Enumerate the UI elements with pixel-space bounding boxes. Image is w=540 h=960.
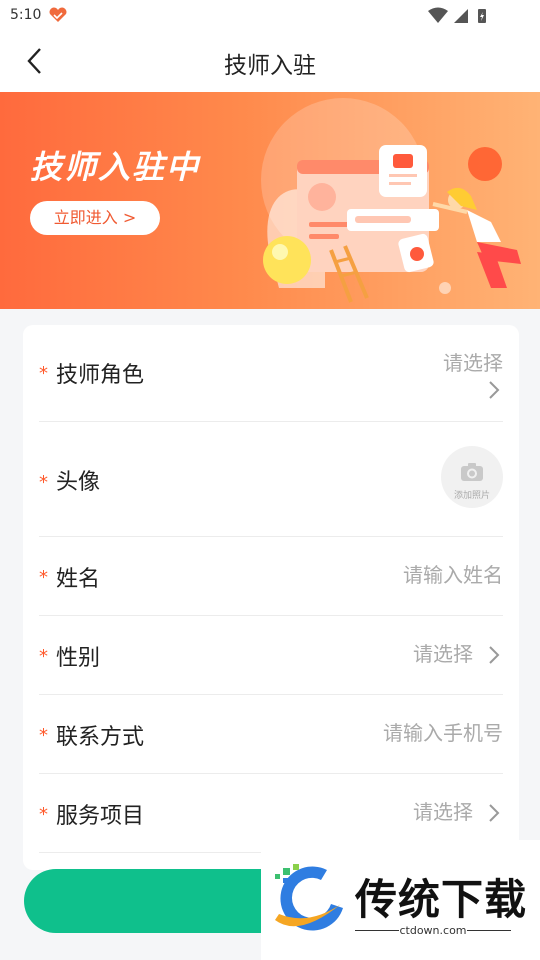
form-row-name: * 姓名 请输入姓名 <box>39 537 503 616</box>
camera-icon <box>461 463 483 481</box>
promo-banner[interactable]: 技师入驻中 立即进入 > <box>0 92 540 309</box>
service-items-label: 服务项目 <box>56 804 145 829</box>
wifi-icon <box>428 7 448 23</box>
enter-now-button[interactable]: 立即进入 > <box>30 201 160 235</box>
watermark-domain: ctdown.com <box>399 924 467 937</box>
watermark-logo-icon <box>275 864 343 931</box>
contact-label: 联系方式 <box>56 725 145 750</box>
required-mark: * <box>39 804 48 825</box>
phone-input[interactable]: 请输入手机号 <box>383 717 503 746</box>
chevron-right-icon <box>489 381 500 399</box>
gender-label: 性别 <box>56 646 101 671</box>
required-mark: * <box>39 472 48 493</box>
app-heart-icon <box>49 7 67 22</box>
status-time: 5:10 <box>10 7 42 23</box>
required-mark: * <box>39 725 48 746</box>
technician-role-label: 技师角色 <box>56 363 145 388</box>
form-row-technician-role[interactable]: * 技师角色 请选择 <box>39 325 503 422</box>
signal-icon <box>454 9 468 23</box>
form-row-gender[interactable]: * 性别 请选择 <box>39 616 503 695</box>
chevron-right-icon <box>489 804 500 822</box>
watermark-brand: 传统下载 <box>355 875 528 924</box>
watermark: 传统下载 ctdown.com <box>261 840 540 960</box>
required-mark: * <box>39 646 48 667</box>
form-row-avatar: * 头像 添加照片 <box>39 422 503 537</box>
status-icons <box>428 7 486 23</box>
technician-role-select[interactable]: 请选择 <box>443 347 503 376</box>
name-input[interactable]: 请输入姓名 <box>403 559 503 588</box>
name-label: 姓名 <box>56 567 101 592</box>
add-photo-button[interactable]: 添加照片 <box>441 446 503 508</box>
required-mark: * <box>39 567 48 588</box>
banner-title: 技师入驻中 <box>30 148 201 186</box>
registration-form: * 技师角色 请选择 * 头像 添加照片 * 姓名 请输入姓名 * 性别 请选择 <box>23 325 519 870</box>
required-mark: * <box>39 363 48 384</box>
add-photo-caption: 添加照片 <box>453 491 490 501</box>
avatar-label: 头像 <box>56 470 101 495</box>
page-title: 技师入驻 <box>224 53 316 79</box>
nav-bar: 技师入驻 <box>0 32 540 92</box>
gender-select[interactable]: 请选择 <box>413 638 473 667</box>
chevron-right-icon <box>489 646 500 664</box>
status-bar: 5:10 <box>0 0 540 32</box>
banner-illustration <box>261 98 521 303</box>
form-row-contact: * 联系方式 请输入手机号 <box>39 695 503 774</box>
service-items-select[interactable]: 请选择 <box>413 796 473 825</box>
